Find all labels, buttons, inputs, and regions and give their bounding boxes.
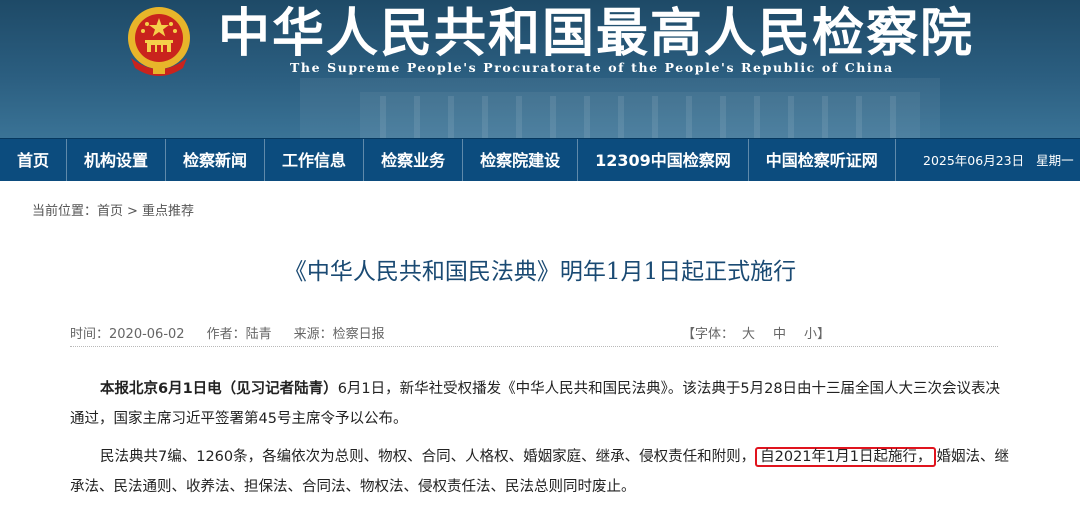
article-source: 来源：检察日报 <box>293 327 385 342</box>
article-meta: 时间：2020-06-02 作者：陆青 来源：检察日报 【字体： 大 中 小】 <box>70 315 998 347</box>
article-paragraph-1: 本报北京6月1日电（见习记者陆青）6月1日，新华社受权播发《中华人民共和国民法典… <box>70 374 1010 434</box>
current-weekday: 星期一 <box>1036 153 1074 168</box>
article-time: 时间：2020-06-02 <box>70 327 185 342</box>
current-date: 2025年06月23日 <box>923 153 1025 168</box>
paragraph-2-text-before: 民法典共7编、1260条，各编依次为总则、物权、合同、人格权、婚姻家庭、继承、侵… <box>100 449 756 465</box>
breadcrumb-separator: > <box>127 204 138 219</box>
font-size-medium-button[interactable]: 中 <box>773 327 786 342</box>
font-size-controls: 【字体： 大 中 小】 <box>682 323 830 342</box>
header-building-columns <box>380 96 900 138</box>
nav-item-12309[interactable]: 12309中国检察网 <box>578 139 749 182</box>
nav-item-home[interactable]: 首页 <box>0 139 68 182</box>
paragraph-lead: 本报北京6月1日电（见习记者陆青） <box>100 381 338 397</box>
national-emblem-icon[interactable] <box>117 4 201 80</box>
font-size-small-button[interactable]: 小 <box>804 327 817 342</box>
nav-item-construction[interactable]: 检察院建设 <box>463 139 579 182</box>
highlighted-effective-date: 自2021年1月1日起施行， <box>755 447 937 467</box>
nav-item-organization[interactable]: 机构设置 <box>67 139 167 182</box>
site-title: 中华人民共和国最高人民检察院 <box>218 3 975 64</box>
breadcrumb-home-link[interactable]: 首页 <box>97 204 123 219</box>
nav-item-business[interactable]: 检察业务 <box>364 139 464 182</box>
font-size-label: 【字体： <box>682 327 735 342</box>
article-meta-info: 时间：2020-06-02 作者：陆青 来源：检察日报 <box>70 323 407 342</box>
date-display: 2025年06月23日 星期一 <box>923 139 1074 182</box>
font-size-large-button[interactable]: 大 <box>742 327 755 342</box>
site-header: 中华人民共和国最高人民检察院 The Supreme People's Proc… <box>0 0 1080 138</box>
breadcrumb-prefix: 当前位置： <box>32 204 98 219</box>
breadcrumb-current-link[interactable]: 重点推荐 <box>142 204 194 219</box>
nav-item-hearing[interactable]: 中国检察听证网 <box>749 139 896 182</box>
article-paragraph-2: 民法典共7编、1260条，各编依次为总则、物权、合同、人格权、婚姻家庭、继承、侵… <box>70 442 1010 502</box>
article-author: 作者：陆青 <box>206 327 272 342</box>
nav-menu: 首页 机构设置 检察新闻 工作信息 检察业务 检察院建设 12309中国检察网 … <box>0 139 896 182</box>
font-size-bracket-end: 】 <box>817 327 831 342</box>
site-subtitle: The Supreme People's Procuratorate of th… <box>290 60 894 75</box>
nav-item-work-info[interactable]: 工作信息 <box>265 139 365 182</box>
nav-item-news[interactable]: 检察新闻 <box>166 139 266 182</box>
main-nav: 首页 机构设置 检察新闻 工作信息 检察业务 检察院建设 12309中国检察网 … <box>0 138 1080 182</box>
breadcrumb: 当前位置：首页 > 重点推荐 <box>32 200 194 219</box>
article-title: 《中华人民共和国民法典》明年1月1日起正式施行 <box>283 259 797 285</box>
